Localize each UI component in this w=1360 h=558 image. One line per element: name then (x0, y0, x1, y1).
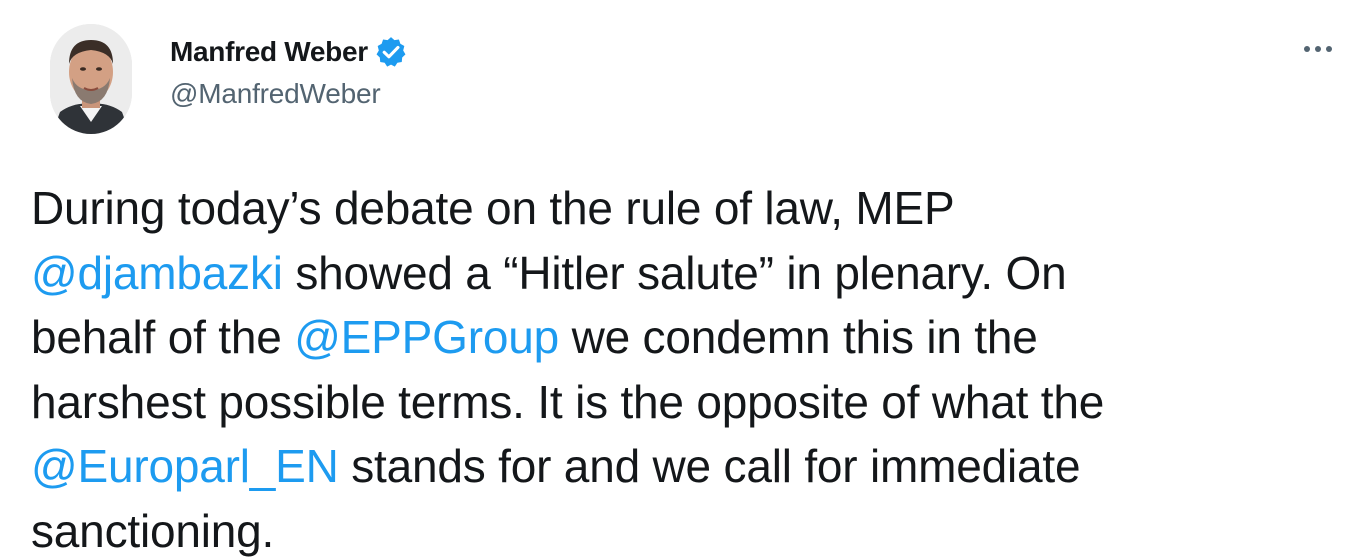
tweet-text-line: sanctioning. (31, 499, 1341, 558)
tweet-text-line: @djambazki showed a “Hitler salute” in p… (31, 241, 1341, 306)
tweet-text-segment: During today’s debate on the rule of law… (31, 182, 955, 234)
more-options-icon[interactable] (1304, 38, 1338, 58)
tweet-text-segment: we condemn this in the (558, 311, 1038, 363)
tweet-text-segment: sanctioning. (31, 504, 275, 557)
tweet-text-segment: behalf of the (31, 311, 295, 363)
tweet-text-line: harshest possible terms. It is the oppos… (31, 370, 1341, 435)
name-row: Manfred Weber (170, 32, 408, 72)
display-name[interactable]: Manfred Weber (170, 36, 368, 68)
mention-link[interactable]: @EPPGroup (294, 311, 559, 363)
avatar[interactable] (50, 24, 132, 134)
author-info: Manfred Weber @ManfredWeber (170, 32, 408, 110)
tweet-card: Manfred Weber @ManfredWeber During today… (0, 0, 1360, 558)
tweet-text-segment: harshest possible terms. It is the oppos… (31, 375, 1105, 428)
author-handle[interactable]: @ManfredWeber (170, 78, 408, 110)
mention-link[interactable]: @djambazki (31, 247, 283, 299)
verified-badge-icon (374, 35, 408, 69)
tweet-text-line: behalf of the @EPPGroup we condemn this … (31, 305, 1341, 370)
tweet-text-segment: stands for and we call for immediate (338, 440, 1081, 492)
tweet-text: During today’s debate on the rule of law… (31, 176, 1341, 558)
mention-link[interactable]: @Europarl_EN (31, 440, 339, 492)
tweet-text-line: During today’s debate on the rule of law… (31, 176, 1341, 241)
tweet-text-line: @Europarl_EN stands for and we call for … (31, 434, 1341, 499)
tweet-text-segment: showed a “Hitler salute” in plenary. On (282, 246, 1067, 299)
profile-photo (50, 24, 132, 134)
